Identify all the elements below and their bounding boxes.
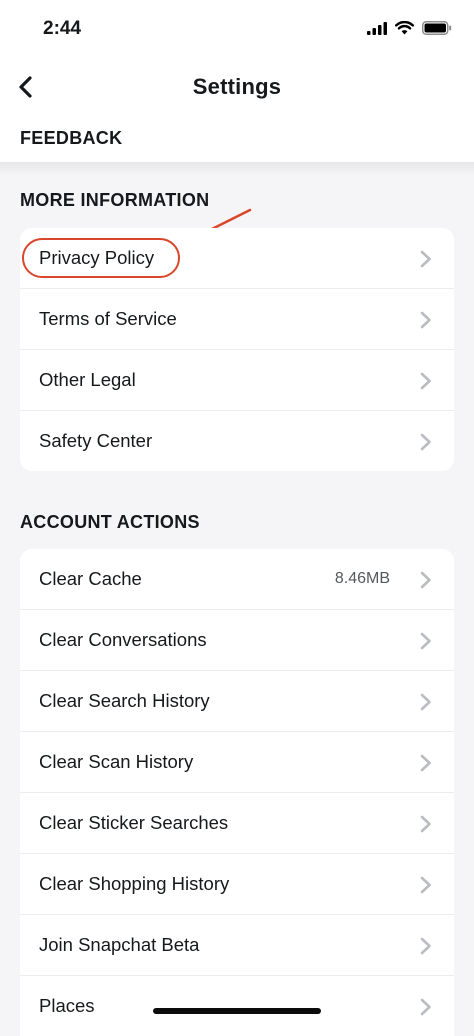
chevron-right-icon bbox=[420, 433, 431, 451]
row-label: Clear Scan History bbox=[39, 751, 194, 772]
row-label: Clear Sticker Searches bbox=[39, 812, 229, 833]
row-clear-sticker-searches[interactable]: Clear Sticker Searches bbox=[20, 793, 454, 854]
chevron-right-icon bbox=[420, 250, 431, 268]
cache-size-value: 8.46MB bbox=[334, 570, 390, 587]
more-information-card: Privacy Policy Terms of Service Other Le… bbox=[20, 228, 454, 471]
header-shadow bbox=[0, 162, 474, 176]
row-places[interactable]: Places bbox=[20, 976, 454, 1036]
section-header-feedback: FEEDBACK bbox=[20, 128, 123, 148]
row-safety-center[interactable]: Safety Center bbox=[20, 411, 454, 471]
row-privacy-policy[interactable]: Privacy Policy bbox=[20, 228, 454, 289]
chevron-right-icon bbox=[420, 937, 431, 955]
cellular-signal-icon bbox=[367, 21, 387, 35]
chevron-right-icon bbox=[420, 815, 431, 833]
battery-icon bbox=[422, 21, 452, 35]
chevron-right-icon bbox=[420, 632, 431, 650]
row-clear-conversations[interactable]: Clear Conversations bbox=[20, 610, 454, 671]
chevron-right-icon bbox=[420, 372, 431, 390]
chevron-right-icon bbox=[420, 571, 431, 589]
nav-bar: Settings bbox=[0, 62, 474, 112]
row-label: Join Snapchat Beta bbox=[39, 934, 200, 955]
page-title: Settings bbox=[192, 74, 282, 99]
settings-header: 2:44 Settings FEEDBACK bbox=[0, 0, 474, 162]
row-label: Other Legal bbox=[39, 369, 136, 390]
home-indicator[interactable] bbox=[153, 1008, 321, 1014]
row-clear-cache[interactable]: Clear Cache 8.46MB bbox=[20, 549, 454, 610]
row-join-snapchat-beta[interactable]: Join Snapchat Beta bbox=[20, 915, 454, 976]
chevron-right-icon bbox=[420, 693, 431, 711]
status-bar: 2:44 bbox=[0, 0, 474, 58]
chevron-right-icon bbox=[420, 876, 431, 894]
row-label: Clear Conversations bbox=[39, 629, 207, 650]
row-clear-search-history[interactable]: Clear Search History bbox=[20, 671, 454, 732]
chevron-right-icon bbox=[420, 754, 431, 772]
row-other-legal[interactable]: Other Legal bbox=[20, 350, 454, 411]
row-label: Places bbox=[39, 995, 95, 1016]
row-label: Clear Shopping History bbox=[39, 873, 230, 894]
chevron-right-icon bbox=[420, 311, 431, 329]
row-label: Privacy Policy bbox=[39, 247, 155, 268]
wifi-icon bbox=[395, 21, 414, 35]
row-clear-shopping-history[interactable]: Clear Shopping History bbox=[20, 854, 454, 915]
status-icons bbox=[367, 21, 452, 35]
chevron-right-icon bbox=[420, 998, 431, 1016]
row-label: Terms of Service bbox=[39, 308, 177, 329]
row-clear-scan-history[interactable]: Clear Scan History bbox=[20, 732, 454, 793]
account-actions-card: Clear Cache 8.46MB Clear Conversations C… bbox=[20, 549, 454, 1036]
section-header-account-actions: ACCOUNT ACTIONS bbox=[20, 512, 200, 532]
row-label: Clear Cache bbox=[39, 568, 142, 589]
row-label: Clear Search History bbox=[39, 690, 210, 711]
row-label: Safety Center bbox=[39, 430, 153, 451]
row-terms-of-service[interactable]: Terms of Service bbox=[20, 289, 454, 350]
status-time: 2:44 bbox=[43, 18, 82, 39]
